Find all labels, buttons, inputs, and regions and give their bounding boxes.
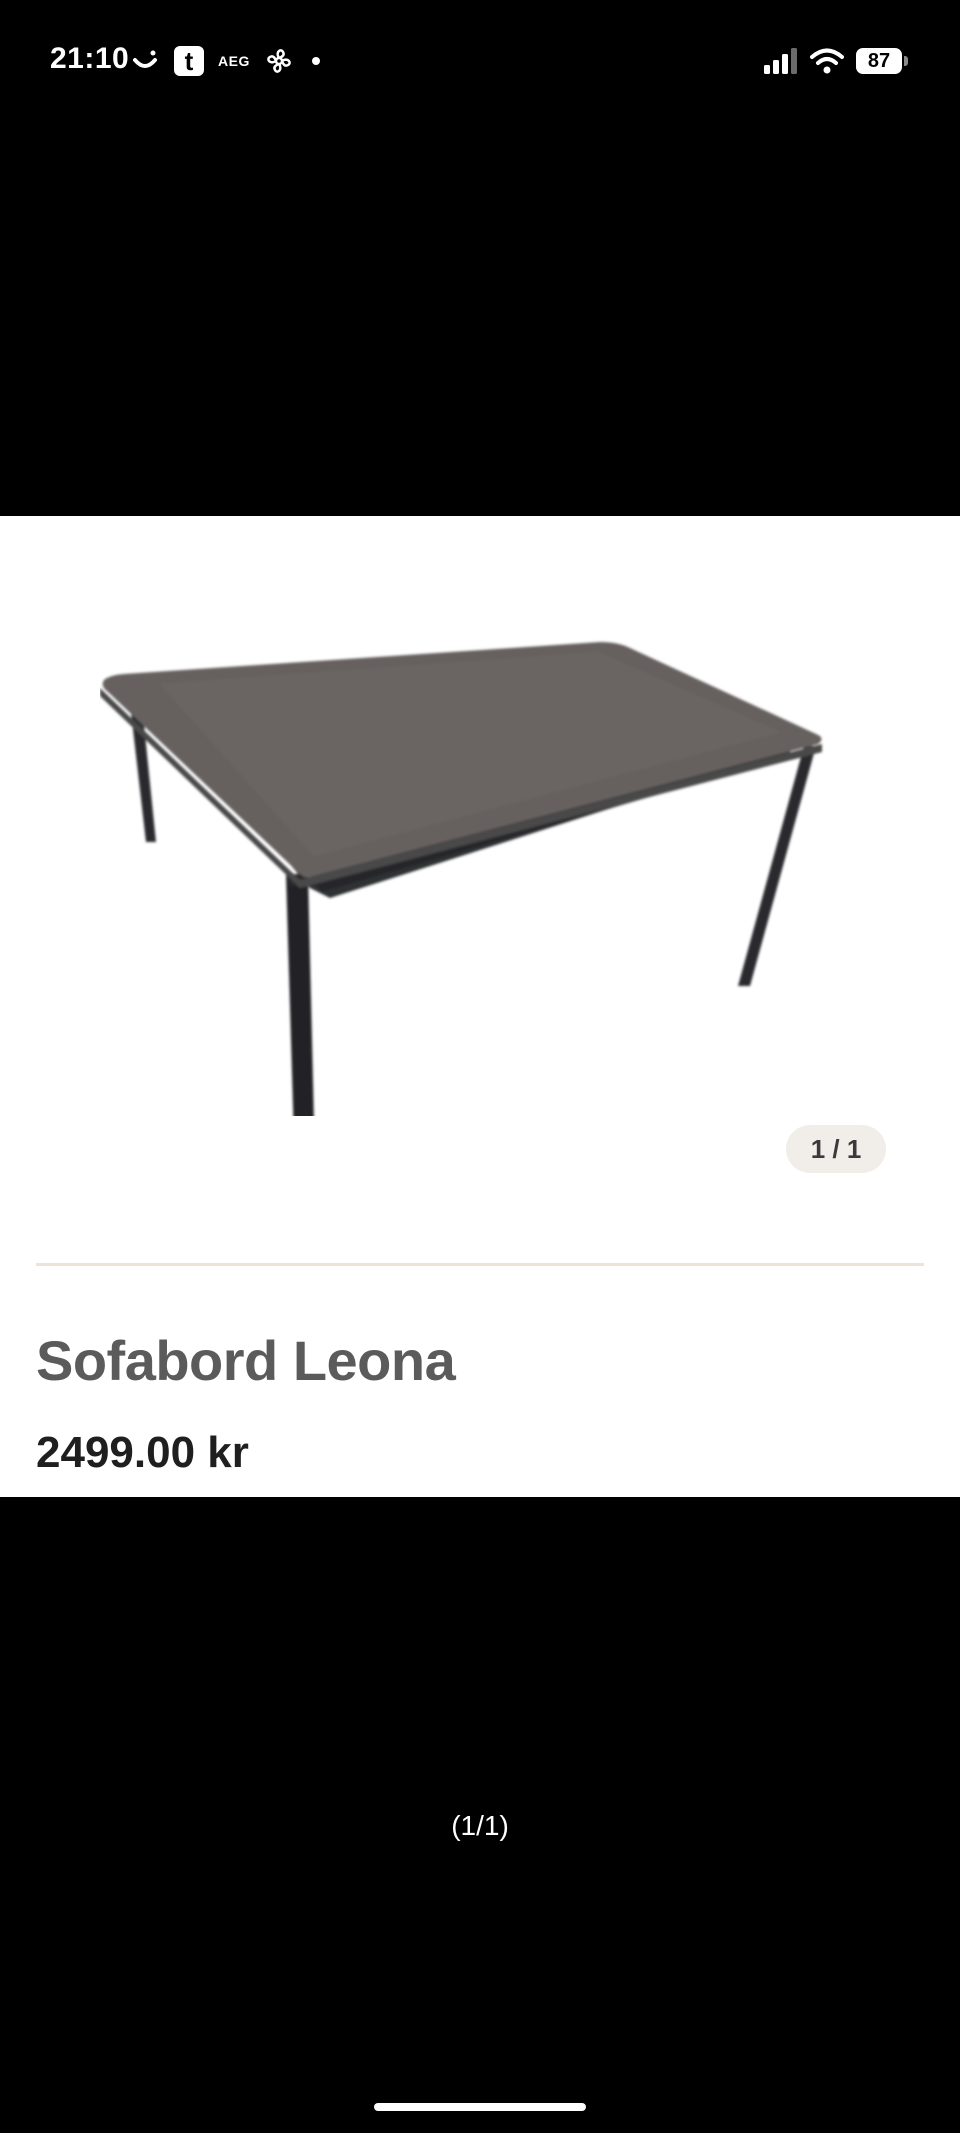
fan-icon	[267, 49, 291, 73]
product-title: Sofabord Leona	[36, 1329, 456, 1392]
signal-icon	[764, 48, 797, 74]
divider	[36, 1263, 924, 1266]
page-indicator: (1/1)	[451, 1810, 509, 1841]
status-icons-left: t AEG	[130, 44, 320, 78]
product-price: 2499.00 kr	[36, 1428, 249, 1477]
home-indicator-bar[interactable]	[374, 2103, 586, 2111]
status-bar: 21:10 t AEG 87	[0, 0, 960, 120]
battery-icon: 87	[856, 48, 908, 74]
smile-icon	[133, 50, 157, 68]
image-counter-badge: 1 / 1	[786, 1125, 886, 1173]
aeg-icon: AEG	[218, 53, 250, 69]
status-time: 21:10	[50, 42, 130, 75]
wifi-icon	[810, 48, 844, 74]
product-card: 1 / 1 Sofabord Leona 2499.00 kr	[0, 516, 960, 1497]
t-app-icon: t	[174, 46, 204, 76]
status-icons-right: 87	[764, 44, 908, 78]
dot-icon	[311, 57, 320, 65]
product-image-coffee-table[interactable]	[100, 576, 840, 1116]
